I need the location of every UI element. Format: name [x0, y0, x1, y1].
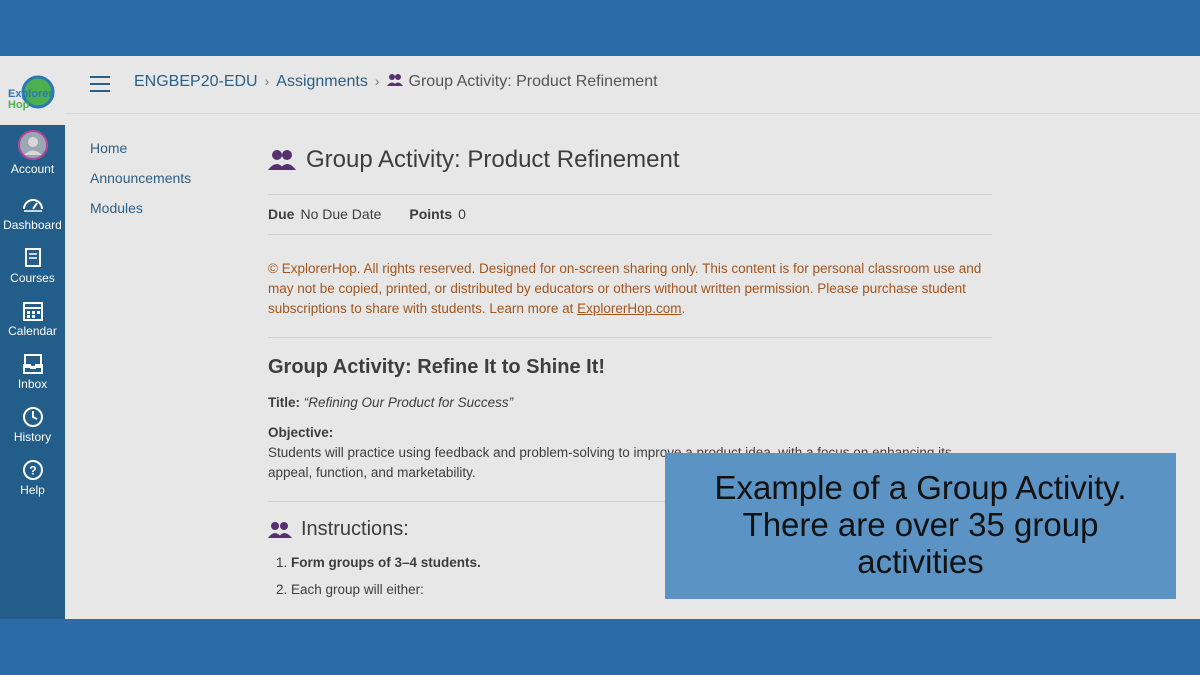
- chevron-right-icon: ›: [264, 73, 270, 89]
- title-label: Title:: [268, 395, 301, 410]
- instructions-heading: Instructions:: [301, 518, 409, 540]
- due-label: Due: [268, 206, 295, 222]
- dashboard-icon: [22, 199, 43, 212]
- gnav-history-label: History: [13, 430, 52, 444]
- assignment-meta: Due No Due Date Points 0: [268, 195, 992, 234]
- breadcrumb-course[interactable]: ENGBEP20-EDU: [134, 73, 258, 90]
- breadcrumb-current: Group Activity: Product Refinement: [408, 73, 658, 90]
- menu-toggle-icon[interactable]: [90, 76, 110, 92]
- chevron-right-icon: ›: [374, 73, 380, 89]
- due-value: No Due Date: [300, 206, 382, 222]
- gnav-calendar-label: Calendar: [8, 324, 57, 338]
- divider: [268, 337, 992, 338]
- gnav-account[interactable]: Account: [0, 128, 65, 180]
- caption-line-2: There are over 35 group: [742, 506, 1099, 543]
- course-nav-announcements[interactable]: Announcements: [90, 170, 191, 186]
- activity-heading: Group Activity: Refine It to Shine It!: [268, 356, 606, 378]
- course-nav: Home Announcements Modules: [90, 140, 191, 230]
- gnav-help[interactable]: ? Help: [0, 455, 65, 507]
- global-nav: Explorer Hop Account Dashboard Courses C…: [0, 56, 65, 619]
- title-value: “Refining Our Product for Success”: [303, 395, 514, 410]
- caption-line-1: Example of a Group Activity.: [714, 469, 1127, 506]
- objective-label: Objective:: [268, 425, 334, 440]
- help-icon: ?: [22, 460, 43, 480]
- explorerhop-link[interactable]: ExplorerHop.com: [577, 301, 681, 316]
- calendar-icon: [22, 302, 43, 321]
- points-value: 0: [458, 206, 466, 222]
- logo-icon: Explorer Hop: [8, 75, 55, 111]
- svg-text:?: ?: [29, 464, 36, 478]
- gnav-courses-label: Courses: [10, 271, 55, 285]
- gnav-courses[interactable]: Courses: [0, 243, 65, 295]
- gnav-inbox[interactable]: Inbox: [0, 349, 65, 401]
- overlay-caption: Example of a Group Activity. There are o…: [665, 453, 1176, 599]
- group-icon: [386, 74, 403, 86]
- group-icon: [268, 521, 292, 538]
- history-icon: [22, 407, 43, 427]
- gnav-help-label: Help: [20, 483, 45, 497]
- gnav-dashboard-label: Dashboard: [3, 218, 62, 232]
- gnav-account-label: Account: [10, 162, 55, 176]
- inbox-icon: [22, 354, 43, 374]
- gnav-calendar[interactable]: Calendar: [0, 296, 65, 348]
- breadcrumb: ENGBEP20-EDU › Assignments › Group Activity:…: [134, 73, 658, 91]
- gnav-dashboard[interactable]: Dashboard: [0, 190, 65, 242]
- points-label: Points: [409, 206, 453, 222]
- video-bottom-band: [0, 619, 1200, 675]
- course-nav-home[interactable]: Home: [90, 140, 191, 156]
- explorerhop-logo[interactable]: Explorer Hop: [0, 56, 65, 125]
- gnav-history[interactable]: History: [0, 402, 65, 454]
- title-row: Group Activity: Product Refinement: [268, 144, 992, 176]
- course-nav-modules[interactable]: Modules: [90, 200, 191, 216]
- gnav-inbox-label: Inbox: [17, 377, 48, 391]
- video-top-band: [0, 0, 1200, 56]
- breadcrumb-assignments[interactable]: Assignments: [276, 73, 368, 90]
- page-header: ENGBEP20-EDU › Assignments › Group Activity:…: [65, 56, 1200, 114]
- copyright-notice: © ExplorerHop. All rights reserved. Desi…: [268, 235, 992, 337]
- courses-icon: [24, 248, 41, 267]
- page-title: Group Activity: Product Refinement: [306, 146, 680, 173]
- account-avatar-icon: [17, 130, 48, 160]
- caption-line-3: activities: [857, 543, 984, 580]
- copyright-end: .: [681, 301, 686, 316]
- group-icon: [268, 150, 296, 170]
- title-line: Title: “Refining Our Product for Success…: [268, 393, 992, 413]
- svg-text:Hop: Hop: [8, 99, 30, 111]
